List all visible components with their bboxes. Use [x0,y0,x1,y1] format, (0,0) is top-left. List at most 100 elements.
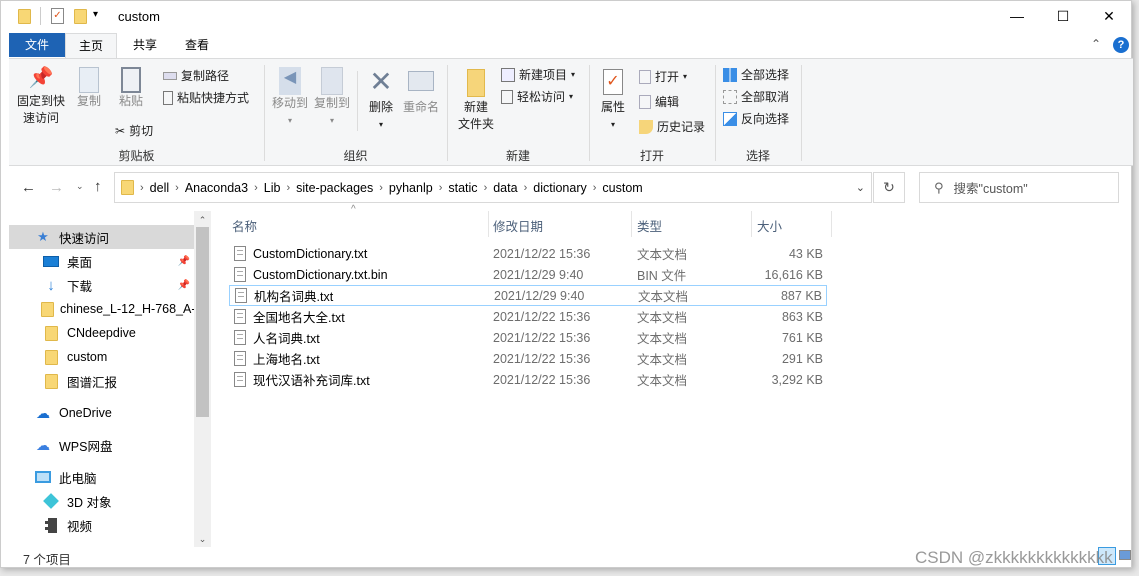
nav-item-2[interactable]: ↓ 下载 📌 [9,273,194,297]
breadcrumb-anaconda3[interactable]: Anaconda3 [179,181,254,195]
file-date: 2021/12/29 9:40 [493,267,584,282]
scroll-down-icon[interactable]: ⌄ [194,534,211,545]
delete-button[interactable]: ✕ 删除 ▾ [363,65,399,133]
close-button[interactable]: ✕ [1086,1,1132,31]
paste-shortcut-button[interactable]: 粘贴快捷方式 [163,89,249,106]
folder-icon [41,373,61,389]
move-to-button[interactable]: ◀ 移动到 ▾ [269,65,311,129]
file-size: 16,616 KB [764,267,823,282]
pin-quick-access-button[interactable]: 📌 固定到快 速访问 [13,65,69,127]
scroll-up-icon[interactable]: ⌃ [194,215,211,226]
nav-item-6[interactable]: 图谱汇报 [9,369,194,393]
collapse-ribbon-icon[interactable]: ⌃ [1091,37,1101,51]
nav-item-10[interactable]: 3D 对象 [9,489,194,513]
properties-button[interactable]: ✓ 属性 ▾ [595,65,631,133]
new-folder-button[interactable]: 新建 文件夹 [453,65,499,133]
maximize-button[interactable]: ☐ [1040,1,1086,31]
nav-item-3[interactable]: chinese_L-12_H-768_A-12 [9,297,194,321]
nav-item-0[interactable]: ★ 快速访问 [9,225,194,249]
forward-button[interactable]: → [49,179,64,196]
refresh-button[interactable]: ↻ [873,172,905,203]
select-group-label: 选择 [745,149,770,163]
paste-button[interactable]: 粘贴 [113,65,149,110]
breadcrumb-dell[interactable]: dell [144,181,175,195]
text-file-icon [234,309,246,324]
open-button[interactable]: 打开 ▾ [639,68,687,85]
nav-item-5[interactable]: custom [9,345,194,369]
tab-file[interactable]: 文件 [9,33,65,57]
column-header-date[interactable]: 修改日期 [493,215,543,235]
address-bar[interactable]: › dell › Anaconda3 › Lib › site-packages › p… [114,172,872,203]
select-all-button[interactable]: 全部选择 [723,66,789,83]
copy-to-button[interactable]: 复制到 ▾ [311,65,353,129]
file-size: 291 KB [781,351,823,366]
tab-home[interactable]: 主页 [65,33,117,59]
tab-share[interactable]: 共享 [119,33,171,57]
nav-item-label: 视频 [67,519,93,534]
file-row[interactable]: 全国地名大全.txt 2021/12/22 15:36 文本文档 863 KB [229,306,827,327]
column-divider[interactable] [751,211,752,237]
file-explorer-window: ✓ ▾ custom — ☐ ✕ 文件 主页 共享 查看 ⌃ ? 📌 固定到快 … [0,0,1133,568]
minimize-button[interactable]: — [994,1,1040,31]
navigation-pane: ★ 快速访问桌面 📌 ↓ 下载 📌 chinese_L-12_H-768_A-12 CNdee… [9,211,194,547]
properties-quick-icon[interactable]: ✓ [51,8,64,24]
nav-item-4[interactable]: CNdeepdive [9,321,194,345]
breadcrumb-lib[interactable]: Lib [258,181,287,195]
scroll-thumb[interactable] [196,227,209,417]
rename-button[interactable]: 重命名 [401,65,441,116]
invert-selection-button[interactable]: 反向选择 [723,110,789,127]
new-item-button[interactable]: 新建项目 ▾ [501,66,575,83]
file-row[interactable]: CustomDictionary.txt 2021/12/22 15:36 文本文档… [229,243,827,264]
column-divider[interactable] [831,211,832,237]
pin-icon[interactable]: 📌 [178,280,190,291]
ribbon-home: 📌 固定到快 速访问 复制 粘贴 复制路径 粘贴快捷方式 ✂ 剪切 剪贴板 ◀ 移… [9,58,1133,166]
breadcrumb-custom[interactable]: custom [596,181,648,195]
address-dropdown-icon[interactable]: ⌄ [856,181,865,194]
cut-label: 剪切 [129,124,154,138]
customize-toolbar-icon[interactable]: ▾ [93,9,98,20]
history-button[interactable]: 历史记录 [639,118,705,135]
column-header-type[interactable]: 类型 [637,215,662,235]
cut-button[interactable]: ✂ 剪切 [115,122,153,139]
breadcrumb-dictionary[interactable]: dictionary [527,181,593,195]
recent-locations-button[interactable]: ⌄ [76,181,84,192]
file-row[interactable]: 上海地名.txt 2021/12/22 15:36 文本文档 291 KB [229,348,827,369]
select-none-button[interactable]: 全部取消 [723,88,789,105]
help-icon[interactable]: ? [1113,37,1129,53]
breadcrumb-data[interactable]: data [487,181,523,195]
divider [40,7,41,25]
file-row[interactable]: CustomDictionary.txt.bin 2021/12/29 9:40 B… [229,264,827,285]
copy-button[interactable]: 复制 [71,65,107,110]
copy-path-button[interactable]: 复制路径 [163,67,229,84]
pin-icon[interactable]: 📌 [178,256,190,267]
breadcrumb-site-packages[interactable]: site-packages [290,181,379,195]
file-name: 人名词典.txt [253,332,320,346]
easy-access-label: 轻松访问 [517,90,566,104]
nav-item-9[interactable]: 此电脑 [9,465,194,489]
file-row[interactable]: 机构名词典.txt 2021/12/29 9:40 文本文档 887 KB [229,285,827,306]
nav-item-11[interactable]: 视频 [9,513,194,537]
back-button[interactable]: ← [21,179,36,196]
large-icons-view-button[interactable] [1119,550,1131,560]
scissors-icon: ✂ [115,123,126,138]
nav-item-8[interactable]: ☁ WPS网盘 [9,433,194,457]
up-button[interactable]: ↑ [94,178,102,195]
edit-button[interactable]: 编辑 [639,93,679,110]
search-box[interactable]: ⚲ 搜索"custom" [919,172,1119,203]
clipboard-group-label: 剪贴板 [118,149,155,163]
breadcrumb-pyhanlp[interactable]: pyhanlp [383,181,439,195]
tab-view[interactable]: 查看 [171,33,223,57]
column-divider[interactable] [631,211,632,237]
nav-item-1[interactable]: 桌面 📌 [9,249,194,273]
new-folder-quick-icon[interactable] [74,9,87,24]
file-row[interactable]: 人名词典.txt 2021/12/22 15:36 文本文档 761 KB [229,327,827,348]
nav-item-7[interactable]: ☁ OneDrive [9,401,194,425]
file-row[interactable]: 现代汉语补充词库.txt 2021/12/22 15:36 文本文档 3,292 KB [229,369,827,390]
breadcrumb-static[interactable]: static [442,181,483,195]
column-header-name[interactable]: 名称 [232,215,257,235]
easy-access-button[interactable]: 轻松访问 ▾ [501,88,573,105]
column-header-size[interactable]: 大小 [757,215,782,235]
column-divider[interactable] [488,211,489,237]
select-all-label: 全部选择 [741,68,790,82]
nav-scrollbar[interactable]: ⌃ ⌄ [194,211,211,547]
